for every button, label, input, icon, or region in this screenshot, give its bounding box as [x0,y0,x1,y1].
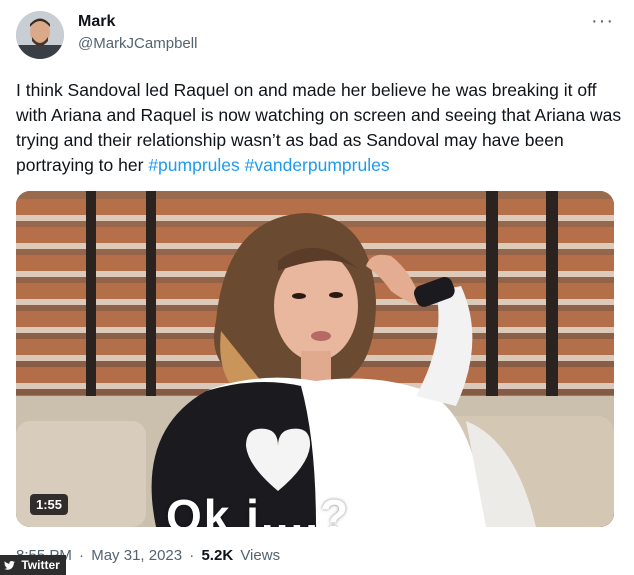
avatar[interactable] [16,11,64,59]
views-count: 5.2K [201,547,234,564]
twitter-watermark: Twitter [0,555,66,575]
avatar-image [16,11,64,59]
views-label: Views [240,547,281,564]
watermark-label: Twitter [21,558,60,572]
video-caption: Ok i....? [166,490,351,527]
tweet-text: I think Sandoval led Raquel on and made … [16,78,622,178]
video-duration-badge: 1:55 [30,494,69,515]
meta-separator: · [79,547,85,564]
meta-separator: · [189,547,195,564]
video-frame [16,191,614,527]
hashtag-pumprules[interactable]: #pumprules [148,155,239,175]
tweet-date[interactable]: May 31, 2023 [91,547,182,564]
more-options-icon[interactable]: ··· [591,10,614,33]
twitter-bird-icon [4,558,18,572]
hashtag-vanderpumprules[interactable]: #vanderpumprules [245,155,390,175]
author-name[interactable]: Mark [78,13,115,31]
author-handle[interactable]: @MarkJCampbell [78,35,197,52]
video-player[interactable]: 1:55 Ok i....? [16,191,614,527]
